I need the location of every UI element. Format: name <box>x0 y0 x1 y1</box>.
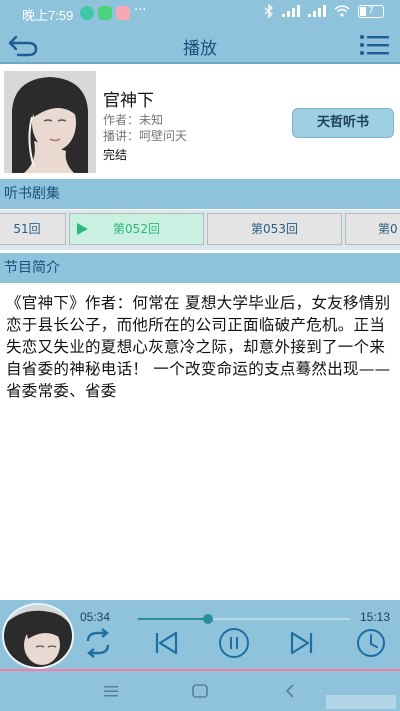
episode-label: 第052回 <box>113 222 160 236</box>
now-playing-avatar[interactable] <box>2 603 74 669</box>
wifi-icon <box>334 5 350 17</box>
episode-label: 第053回 <box>251 222 298 236</box>
book-cover-image <box>4 71 96 173</box>
clock: 晚上7:59 <box>22 8 74 23</box>
battery-level: 7 <box>368 5 374 16</box>
wechat-notification-icon <box>98 6 112 20</box>
current-time: 05:34 <box>80 610 111 624</box>
episode-item[interactable]: 第0 <box>345 213 400 245</box>
signal-icon <box>282 5 300 17</box>
app-notification-icon <box>116 6 130 20</box>
episode-item-active[interactable]: 第052回 <box>69 213 204 245</box>
episode-label: 51回 <box>13 222 41 236</box>
menu-icon[interactable] <box>100 681 122 701</box>
status-bar: 晚上7:59 ··· 7 <box>0 0 400 26</box>
book-info: 官神下 作者：未知 播讲：呵壁问天 完结 天哲听书 <box>0 66 400 178</box>
episode-item[interactable]: 51回 <box>0 213 66 245</box>
book-status: 完结 <box>103 148 128 162</box>
system-icons: 7 <box>264 4 384 18</box>
app-notification-icon <box>80 6 94 20</box>
play-indicator-icon <box>77 223 88 235</box>
next-icon[interactable] <box>284 625 320 661</box>
notification-icons: ··· <box>80 3 147 20</box>
pause-icon[interactable] <box>216 625 252 661</box>
episode-label: 第0 <box>378 222 398 236</box>
back-nav-icon[interactable] <box>279 681 301 701</box>
battery-icon: 7 <box>358 4 384 18</box>
book-description: 《官神下》作者：何常在 夏想大学毕业后，女友移情别恋于县长公子，而他所在的公司正… <box>6 294 391 400</box>
intro-header: 节目简介 <box>0 253 400 283</box>
page-title: 播放 <box>183 39 217 59</box>
bluetooth-icon <box>264 4 273 18</box>
system-navigation-bar <box>0 671 400 711</box>
app-header: 播放 <box>0 26 400 64</box>
progress-knob[interactable] <box>202 614 213 624</box>
signal-icon <box>308 5 326 17</box>
total-time: 15:13 <box>359 610 390 624</box>
progress-played <box>138 618 208 620</box>
repeat-icon[interactable] <box>80 625 116 661</box>
source-button[interactable]: 天哲听书 <box>292 108 394 138</box>
more-notifications-icon: ··· <box>134 3 147 18</box>
audio-player: 05:34 15:13 <box>0 600 400 670</box>
home-icon[interactable] <box>189 681 211 701</box>
sleep-timer-icon[interactable] <box>353 625 389 661</box>
book-author: 作者：未知 <box>103 113 164 127</box>
progress-slider[interactable] <box>138 614 350 624</box>
book-title: 官神下 <box>103 91 154 111</box>
watermark <box>326 695 396 709</box>
episode-item[interactable]: 第053回 <box>207 213 342 245</box>
book-narrator: 播讲：呵壁问天 <box>103 129 188 143</box>
episodes-header: 听书剧集 <box>0 179 400 209</box>
previous-icon[interactable] <box>148 625 184 661</box>
episode-list[interactable]: 51回 第052回 第053回 第0 <box>0 210 400 250</box>
menu-list-icon[interactable] <box>358 31 392 59</box>
